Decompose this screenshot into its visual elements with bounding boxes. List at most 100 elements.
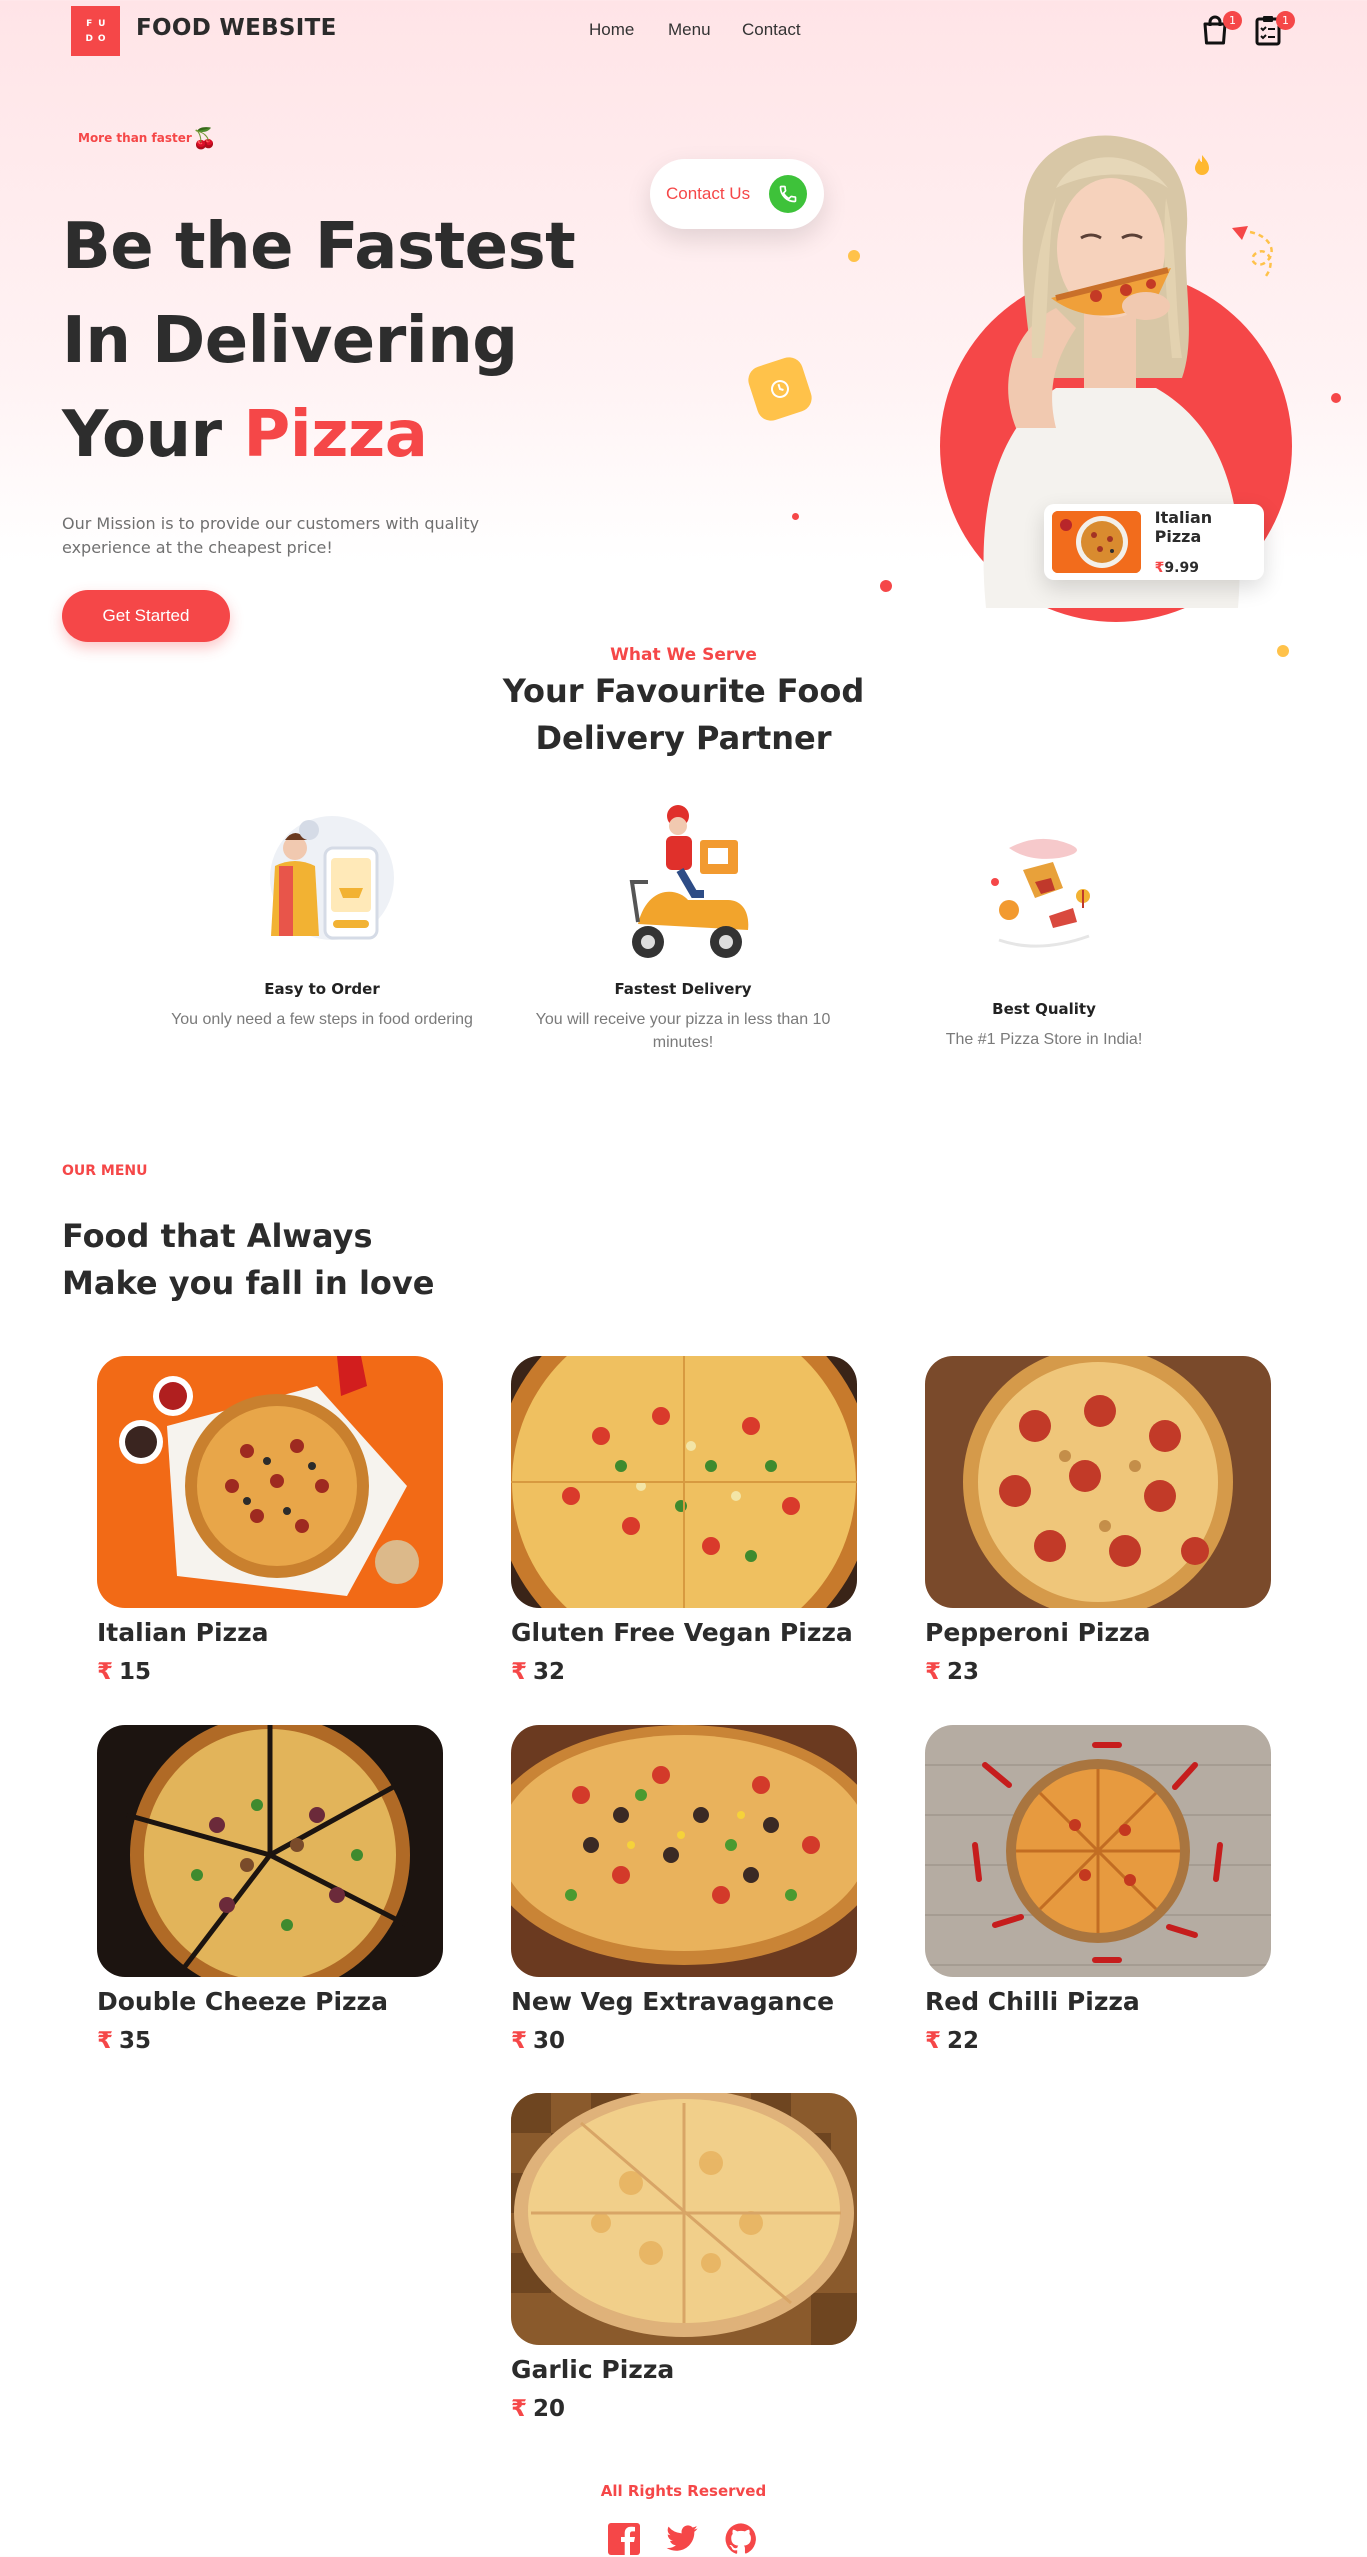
decor-dot xyxy=(848,250,860,262)
menu-card[interactable]: Red Chilli Pizza ₹22 xyxy=(925,1725,1271,2054)
facebook-icon[interactable] xyxy=(607,2522,641,2556)
featured-pizza-price-value: 9.99 xyxy=(1164,560,1199,576)
hero-title-accent: Pizza xyxy=(243,398,428,472)
pizza-image xyxy=(511,2093,857,2345)
nav-menu[interactable]: Menu xyxy=(668,20,711,40)
delivery-scooter-illustration xyxy=(608,805,758,958)
nav-home[interactable]: Home xyxy=(589,20,634,40)
hero-tagline: More than faster xyxy=(78,131,192,145)
pizza-image xyxy=(97,1725,443,1977)
logo-letter: D xyxy=(85,33,93,44)
featured-pizza-card[interactable]: Italian Pizza ₹9.99 xyxy=(1044,504,1264,580)
pizza-name: Garlic Pizza xyxy=(511,2355,675,2384)
menu-title-line: Make you fall in love xyxy=(62,1264,435,1302)
feature-title: Best Quality xyxy=(992,1000,1096,1018)
serve-title-line: Your Favourite Food xyxy=(502,672,865,710)
rupee-icon: ₹ xyxy=(97,2028,114,2054)
rupee-icon: ₹ xyxy=(511,2396,528,2422)
pizza-image xyxy=(925,1725,1271,1977)
pizza-price-value: 15 xyxy=(119,1659,152,1685)
contact-us-button[interactable]: Contact Us xyxy=(650,159,824,229)
pizza-price: ₹35 xyxy=(97,2028,443,2054)
currency-symbol: ₹ xyxy=(1154,560,1165,576)
hero-subtitle: Our Mission is to provide our customers … xyxy=(62,514,480,557)
serve-kicker: What We Serve xyxy=(610,645,757,665)
cart-button[interactable]: 1 xyxy=(1200,11,1242,48)
pizza-price-value: 23 xyxy=(947,1659,980,1685)
serve-title-line: Delivery Partner xyxy=(535,719,832,757)
menu-card[interactable]: Garlic Pizza ₹20 xyxy=(511,2093,857,2422)
featured-pizza-thumbnail xyxy=(1052,511,1141,573)
hero-title-line: Be the Fastest xyxy=(62,210,576,284)
footer-copyright: All Rights Reserved xyxy=(600,2482,767,2500)
pizza-image xyxy=(97,1356,443,1608)
logo-letter: F xyxy=(86,18,93,29)
github-icon[interactable] xyxy=(724,2522,758,2556)
hero-title-plain: Your xyxy=(62,398,244,472)
pizza-price-value: 20 xyxy=(533,2396,566,2422)
pizza-price: ₹15 xyxy=(97,1659,443,1685)
pizza-name: Gluten Free Vegan Pizza xyxy=(511,1618,853,1647)
pizza-price: ₹30 xyxy=(511,2028,857,2054)
pizza-price-value: 22 xyxy=(947,2028,980,2054)
clock-icon xyxy=(744,353,816,425)
pizza-image xyxy=(511,1356,857,1608)
orders-button[interactable]: 1 xyxy=(1253,11,1295,48)
rupee-icon: ₹ xyxy=(511,1659,528,1685)
get-started-button[interactable]: Get Started xyxy=(62,590,230,642)
feature-fastest-delivery: Fastest Delivery You will receive your p… xyxy=(513,805,853,1054)
brand-name[interactable]: FOOD WEBSITE xyxy=(136,15,337,41)
menu-card[interactable]: Italian Pizza ₹15 xyxy=(97,1356,443,1685)
pizza-price-value: 30 xyxy=(533,2028,566,2054)
hero-title: Be the Fastest In Delivering Your Pizza xyxy=(62,200,576,482)
decor-dot xyxy=(792,513,799,520)
hero-title-line: Your Pizza xyxy=(62,388,575,482)
pizza-price: ₹23 xyxy=(925,1659,1271,1685)
menu-card[interactable]: Double Cheeze Pizza ₹35 xyxy=(97,1725,443,2054)
menu-card[interactable]: New Veg Extravagance ₹30 xyxy=(511,1725,857,2054)
logo-letter: U xyxy=(98,18,106,29)
pizza-name: Double Cheeze Pizza xyxy=(97,1987,388,2016)
pizza-price: ₹32 xyxy=(511,1659,857,1685)
twitter-icon[interactable] xyxy=(665,2522,699,2556)
phone-icon xyxy=(769,175,807,213)
pizza-price: ₹20 xyxy=(511,2396,857,2422)
rupee-icon: ₹ xyxy=(925,1659,942,1685)
pizza-name: Italian Pizza xyxy=(97,1618,269,1647)
cart-count-badge: 1 xyxy=(1223,11,1242,30)
nav-contact[interactable]: Contact xyxy=(742,20,801,40)
pizza-image xyxy=(511,1725,857,1977)
cherry-icon: 🍒 xyxy=(192,126,217,150)
logo[interactable]: F U D O xyxy=(71,6,120,56)
hero-title-line: In Delivering xyxy=(62,304,518,378)
menu-title: Food that Always Make you fall in love xyxy=(62,1213,434,1307)
feature-description: You will receive your pizza in less than… xyxy=(535,1011,831,1051)
decor-dot xyxy=(880,580,892,592)
rupee-icon: ₹ xyxy=(925,2028,942,2054)
featured-pizza-price: ₹9.99 xyxy=(1155,560,1256,576)
phone-order-illustration xyxy=(247,808,397,958)
menu-kicker: OUR MENU xyxy=(62,1163,148,1179)
pizza-name: Red Chilli Pizza xyxy=(925,1987,1140,2016)
rupee-icon: ₹ xyxy=(511,2028,528,2054)
feature-easy-to-order: Easy to Order You only need a few steps … xyxy=(152,808,492,1031)
logo-letter: O xyxy=(97,33,106,44)
menu-card[interactable]: Pepperoni Pizza ₹23 xyxy=(925,1356,1271,1685)
menu-title-line: Food that Always xyxy=(62,1217,373,1255)
food-map-illustration xyxy=(969,820,1119,970)
feature-best-quality: Best Quality The #1 Pizza Store in India… xyxy=(874,820,1214,1051)
serve-title: Your Favourite Food Delivery Partner xyxy=(0,668,1367,762)
feature-description: You only need a few steps in food orderi… xyxy=(171,1011,473,1028)
menu-card[interactable]: Gluten Free Vegan Pizza ₹32 xyxy=(511,1356,857,1685)
orders-count-badge: 1 xyxy=(1276,11,1295,30)
feature-description: The #1 Pizza Store in India! xyxy=(945,1031,1143,1048)
feature-title: Fastest Delivery xyxy=(614,980,752,998)
pizza-price: ₹22 xyxy=(925,2028,1271,2054)
pizza-price-value: 32 xyxy=(533,1659,566,1685)
rupee-icon: ₹ xyxy=(97,1659,114,1685)
pizza-name: Pepperoni Pizza xyxy=(925,1618,1151,1647)
decor-dot xyxy=(1331,393,1341,403)
feature-title: Easy to Order xyxy=(264,980,380,998)
pizza-name: New Veg Extravagance xyxy=(511,1987,835,2016)
contact-us-label: Contact Us xyxy=(666,184,751,203)
